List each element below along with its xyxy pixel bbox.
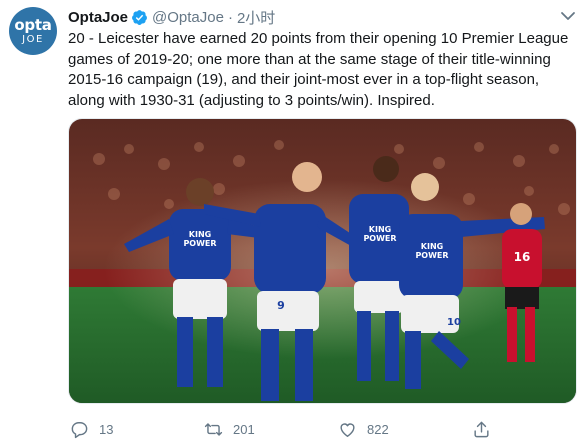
reply-count: 13 [99,422,114,437]
tweet-actions: 13 201 822 [68,420,577,440]
retweet-count: 201 [233,422,255,437]
retweet-button[interactable]: 201 [204,420,255,439]
chevron-down-icon[interactable] [560,10,576,22]
retweet-icon [204,423,223,436]
kit-text-top: KING [189,230,211,239]
kit-text-bottom-2: POWER [363,234,396,243]
shirt-number-right: 10 [447,317,461,328]
author-handle[interactable]: @OptaJoe [152,9,224,26]
kit-text-bottom: POWER [183,239,216,248]
tweet-timestamp[interactable]: 2小时 [237,7,275,28]
header-separator: · [227,8,233,26]
kit-text-top-2: KING [369,225,391,234]
reply-button[interactable]: 13 [70,420,113,439]
share-button[interactable] [472,420,491,439]
opponent-number: 16 [514,250,531,264]
tweet-header: OptaJoe @OptaJoe · 2小时 [68,7,275,27]
tweet-photo[interactable]: KING POWER KING POWER KING POWER 9 10 16 [68,118,577,404]
kit-text-top-3: KING [421,242,443,251]
tweet-text: 20 - Leicester have earned 20 points fro… [68,30,569,109]
like-button[interactable]: 822 [338,420,389,439]
celebration-photo: KING POWER KING POWER KING POWER 9 10 16 [69,119,576,403]
author-name[interactable]: OptaJoe [68,9,128,26]
shirt-number-left: 9 [277,299,285,312]
reply-icon [71,422,88,439]
avatar[interactable]: opta JOE [9,7,57,55]
avatar-text-top: opta [14,15,52,34]
kit-text-bottom-3: POWER [415,251,448,260]
tweet-card[interactable]: opta JOE OptaJoe @OptaJoe · 2小时 20 - Lei… [0,0,585,443]
like-icon [340,423,355,437]
share-icon [474,421,489,438]
verified-badge-icon [132,9,147,25]
avatar-text-bottom: JOE [22,33,44,45]
like-count: 822 [367,422,389,437]
